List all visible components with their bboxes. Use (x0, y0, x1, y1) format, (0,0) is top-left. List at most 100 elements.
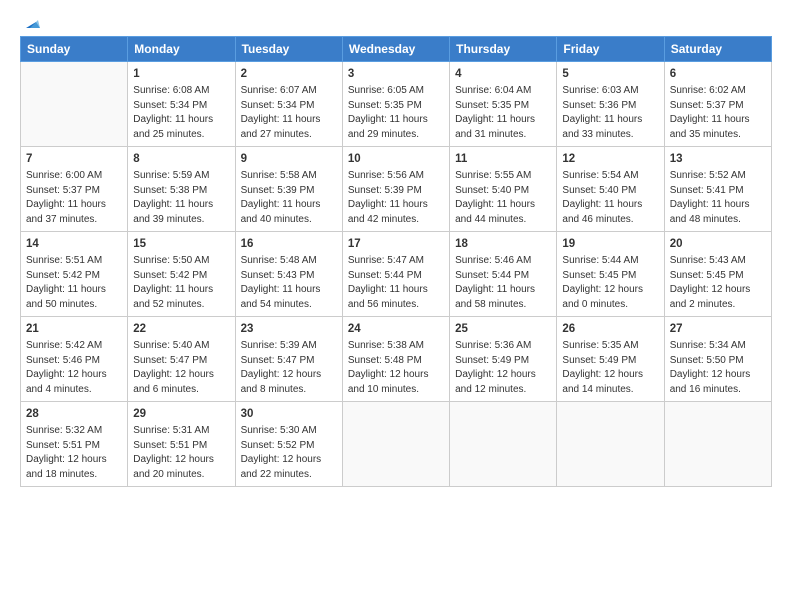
day-number: 19 (562, 236, 658, 252)
day-info: Sunrise: 6:07 AM Sunset: 5:34 PM Dayligh… (241, 84, 337, 142)
weekday-header-sunday: Sunday (21, 37, 128, 62)
day-info: Sunrise: 5:35 AM Sunset: 5:49 PM Dayligh… (562, 339, 658, 397)
day-number: 12 (562, 151, 658, 167)
day-info: Sunrise: 5:42 AM Sunset: 5:46 PM Dayligh… (26, 339, 122, 397)
weekday-header-monday: Monday (128, 37, 235, 62)
calendar-cell: 27 Sunrise: 5:34 AM Sunset: 5:50 PM Dayli… (664, 317, 771, 402)
day-info: Sunrise: 5:58 AM Sunset: 5:39 PM Dayligh… (241, 169, 337, 227)
calendar-week-row: 21 Sunrise: 5:42 AM Sunset: 5:46 PM Dayli… (21, 317, 772, 402)
calendar-cell: 6 Sunrise: 6:02 AM Sunset: 5:37 PM Daylig… (664, 62, 771, 147)
day-number: 23 (241, 321, 337, 337)
day-info: Sunrise: 5:43 AM Sunset: 5:45 PM Dayligh… (670, 254, 766, 312)
day-info: Sunrise: 5:59 AM Sunset: 5:38 PM Dayligh… (133, 169, 229, 227)
calendar-cell: 10 Sunrise: 5:56 AM Sunset: 5:39 PM Dayli… (342, 147, 449, 232)
calendar-week-row: 1 Sunrise: 6:08 AM Sunset: 5:34 PM Daylig… (21, 62, 772, 147)
day-number: 7 (26, 151, 122, 167)
calendar-cell: 3 Sunrise: 6:05 AM Sunset: 5:35 PM Daylig… (342, 62, 449, 147)
calendar-cell: 9 Sunrise: 5:58 AM Sunset: 5:39 PM Daylig… (235, 147, 342, 232)
day-info: Sunrise: 5:51 AM Sunset: 5:42 PM Dayligh… (26, 254, 122, 312)
day-number: 2 (241, 66, 337, 82)
day-info: Sunrise: 5:52 AM Sunset: 5:41 PM Dayligh… (670, 169, 766, 227)
calendar-cell: 16 Sunrise: 5:48 AM Sunset: 5:43 PM Dayli… (235, 232, 342, 317)
calendar-cell (450, 402, 557, 487)
calendar-week-row: 7 Sunrise: 6:00 AM Sunset: 5:37 PM Daylig… (21, 147, 772, 232)
day-number: 5 (562, 66, 658, 82)
calendar-cell: 2 Sunrise: 6:07 AM Sunset: 5:34 PM Daylig… (235, 62, 342, 147)
day-number: 28 (26, 406, 122, 422)
weekday-header-wednesday: Wednesday (342, 37, 449, 62)
day-number: 21 (26, 321, 122, 337)
day-info: Sunrise: 6:05 AM Sunset: 5:35 PM Dayligh… (348, 84, 444, 142)
day-info: Sunrise: 5:48 AM Sunset: 5:43 PM Dayligh… (241, 254, 337, 312)
calendar-cell: 14 Sunrise: 5:51 AM Sunset: 5:42 PM Dayli… (21, 232, 128, 317)
calendar-cell: 5 Sunrise: 6:03 AM Sunset: 5:36 PM Daylig… (557, 62, 664, 147)
day-info: Sunrise: 6:08 AM Sunset: 5:34 PM Dayligh… (133, 84, 229, 142)
weekday-header-tuesday: Tuesday (235, 37, 342, 62)
calendar-cell (557, 402, 664, 487)
day-number: 27 (670, 321, 766, 337)
calendar-cell: 4 Sunrise: 6:04 AM Sunset: 5:35 PM Daylig… (450, 62, 557, 147)
calendar-cell: 23Sunrise: 5:39 AM Sunset: 5:47 PM Dayli… (235, 317, 342, 402)
calendar-table: SundayMondayTuesdayWednesdayThursdayFrid… (20, 36, 772, 487)
weekday-header-thursday: Thursday (450, 37, 557, 62)
day-number: 24 (348, 321, 444, 337)
logo (20, 16, 40, 28)
day-number: 29 (133, 406, 229, 422)
calendar-cell: 11 Sunrise: 5:55 AM Sunset: 5:40 PM Dayli… (450, 147, 557, 232)
day-info: Sunrise: 6:00 AM Sunset: 5:37 PM Dayligh… (26, 169, 122, 227)
day-info: Sunrise: 5:30 AM Sunset: 5:52 PM Dayligh… (241, 424, 337, 482)
day-number: 22 (133, 321, 229, 337)
day-number: 14 (26, 236, 122, 252)
calendar-cell: 30Sunrise: 5:30 AM Sunset: 5:52 PM Dayli… (235, 402, 342, 487)
day-info: Sunrise: 6:03 AM Sunset: 5:36 PM Dayligh… (562, 84, 658, 142)
calendar-cell: 26 Sunrise: 5:35 AM Sunset: 5:49 PM Dayli… (557, 317, 664, 402)
day-number: 1 (133, 66, 229, 82)
calendar-cell: 29 Sunrise: 5:31 AM Sunset: 5:51 PM Dayli… (128, 402, 235, 487)
weekday-header-friday: Friday (557, 37, 664, 62)
day-number: 20 (670, 236, 766, 252)
calendar-cell: 25 Sunrise: 5:36 AM Sunset: 5:49 PM Dayli… (450, 317, 557, 402)
calendar-cell (664, 402, 771, 487)
day-number: 8 (133, 151, 229, 167)
calendar-cell: 28 Sunrise: 5:32 AM Sunset: 5:51 PM Dayli… (21, 402, 128, 487)
calendar-cell: 13 Sunrise: 5:52 AM Sunset: 5:41 PM Dayli… (664, 147, 771, 232)
day-info: Sunrise: 6:04 AM Sunset: 5:35 PM Dayligh… (455, 84, 551, 142)
day-info: Sunrise: 5:34 AM Sunset: 5:50 PM Dayligh… (670, 339, 766, 397)
day-number: 25 (455, 321, 551, 337)
day-info: Sunrise: 5:38 AM Sunset: 5:48 PM Dayligh… (348, 339, 444, 397)
calendar-cell: 19 Sunrise: 5:44 AM Sunset: 5:45 PM Dayli… (557, 232, 664, 317)
day-info: Sunrise: 5:56 AM Sunset: 5:39 PM Dayligh… (348, 169, 444, 227)
day-number: 3 (348, 66, 444, 82)
calendar-cell: 12Sunrise: 5:54 AM Sunset: 5:40 PM Dayli… (557, 147, 664, 232)
calendar-cell (21, 62, 128, 147)
day-number: 9 (241, 151, 337, 167)
day-number: 26 (562, 321, 658, 337)
calendar-cell: 8 Sunrise: 5:59 AM Sunset: 5:38 PM Daylig… (128, 147, 235, 232)
calendar-cell: 21 Sunrise: 5:42 AM Sunset: 5:46 PM Dayli… (21, 317, 128, 402)
day-info: Sunrise: 5:31 AM Sunset: 5:51 PM Dayligh… (133, 424, 229, 482)
day-info: Sunrise: 5:32 AM Sunset: 5:51 PM Dayligh… (26, 424, 122, 482)
day-info: Sunrise: 5:36 AM Sunset: 5:49 PM Dayligh… (455, 339, 551, 397)
calendar-cell: 22 Sunrise: 5:40 AM Sunset: 5:47 PM Dayli… (128, 317, 235, 402)
day-number: 10 (348, 151, 444, 167)
calendar-cell: 1 Sunrise: 6:08 AM Sunset: 5:34 PM Daylig… (128, 62, 235, 147)
day-info: Sunrise: 5:40 AM Sunset: 5:47 PM Dayligh… (133, 339, 229, 397)
day-info: Sunrise: 5:46 AM Sunset: 5:44 PM Dayligh… (455, 254, 551, 312)
calendar-cell (342, 402, 449, 487)
day-number: 6 (670, 66, 766, 82)
calendar-week-row: 28 Sunrise: 5:32 AM Sunset: 5:51 PM Dayli… (21, 402, 772, 487)
day-info: Sunrise: 5:44 AM Sunset: 5:45 PM Dayligh… (562, 254, 658, 312)
day-number: 16 (241, 236, 337, 252)
header (20, 16, 772, 28)
weekday-header-saturday: Saturday (664, 37, 771, 62)
day-number: 11 (455, 151, 551, 167)
day-number: 15 (133, 236, 229, 252)
day-number: 4 (455, 66, 551, 82)
day-info: Sunrise: 5:55 AM Sunset: 5:40 PM Dayligh… (455, 169, 551, 227)
day-info: Sunrise: 5:50 AM Sunset: 5:42 PM Dayligh… (133, 254, 229, 312)
calendar-cell: 24 Sunrise: 5:38 AM Sunset: 5:48 PM Dayli… (342, 317, 449, 402)
day-number: 17 (348, 236, 444, 252)
day-info: Sunrise: 6:02 AM Sunset: 5:37 PM Dayligh… (670, 84, 766, 142)
day-number: 13 (670, 151, 766, 167)
day-info: Sunrise: 5:47 AM Sunset: 5:44 PM Dayligh… (348, 254, 444, 312)
